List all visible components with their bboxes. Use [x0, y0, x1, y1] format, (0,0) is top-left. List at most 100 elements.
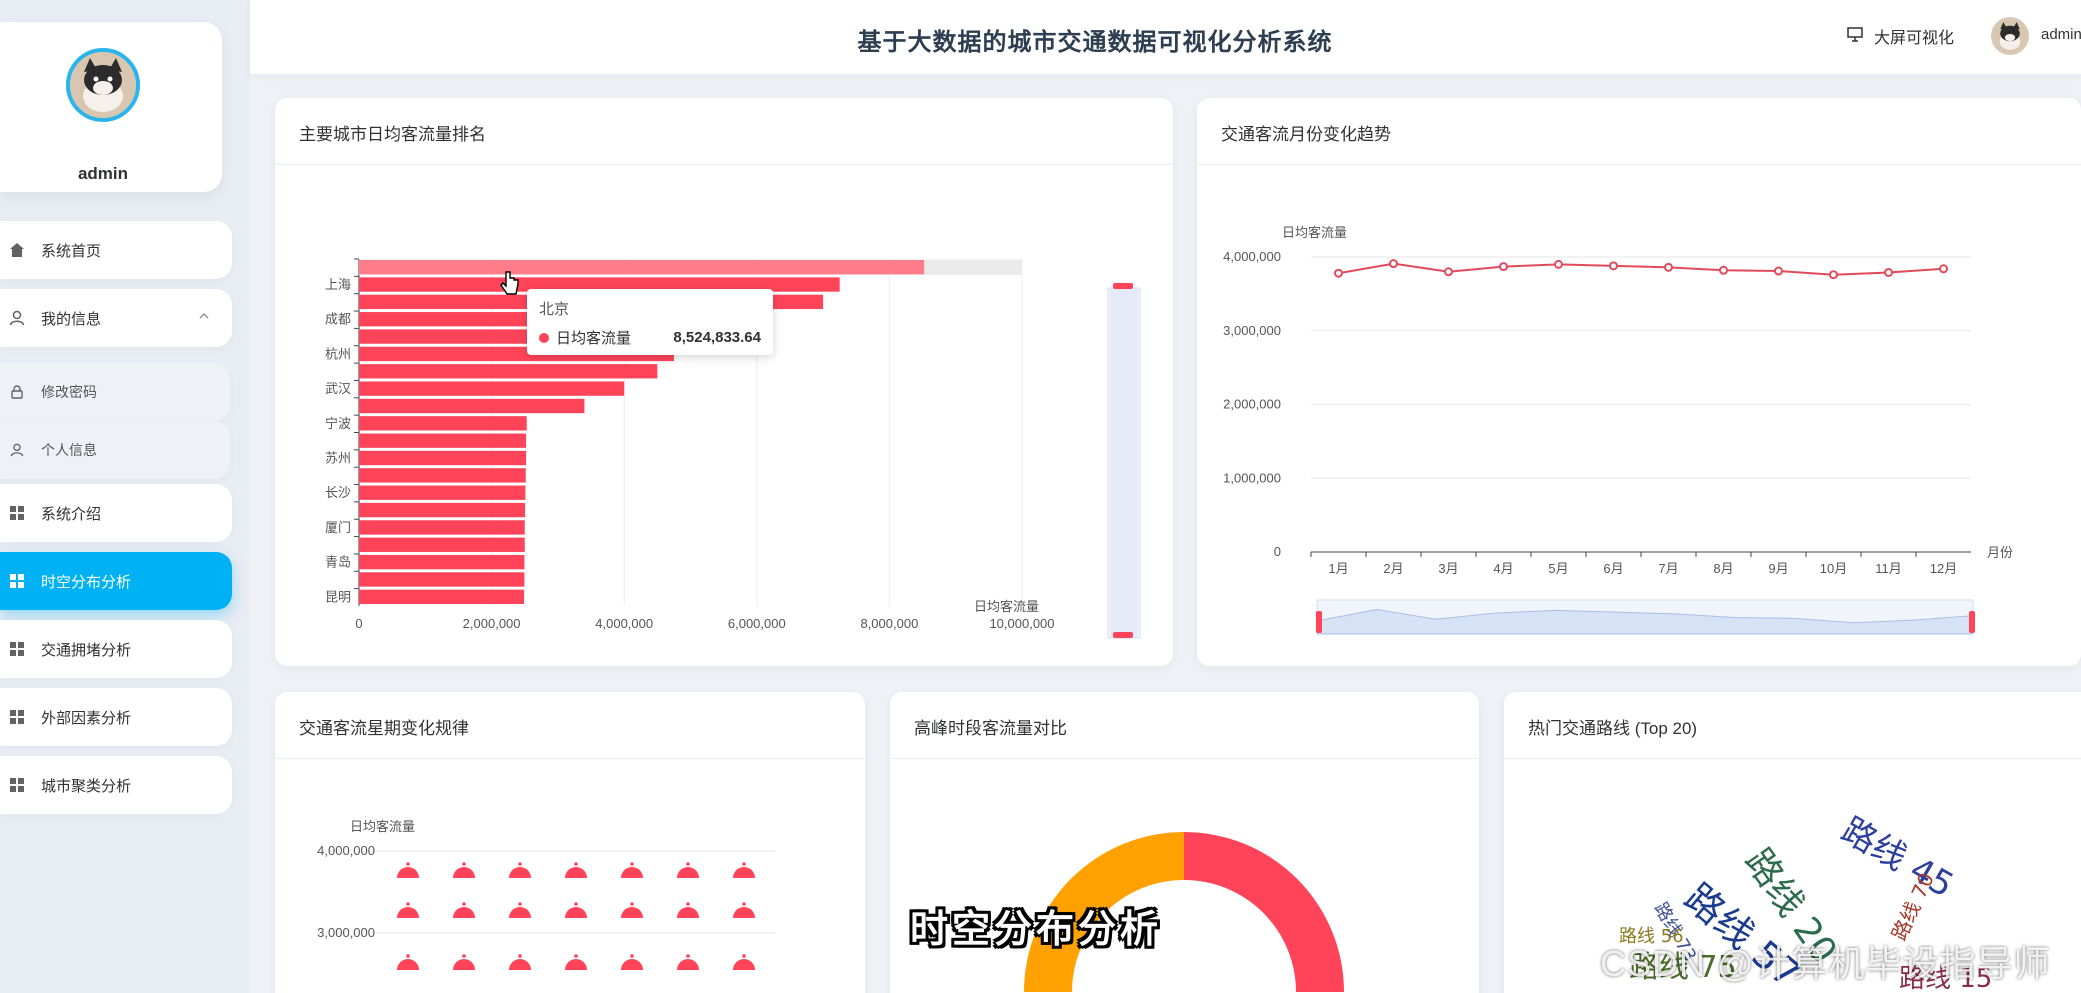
bar-symbol	[509, 867, 531, 878]
y-tick-label: 成都	[325, 312, 351, 327]
zoom-handle	[1113, 632, 1133, 638]
bar-symbol-dot	[742, 954, 746, 958]
page-title: 基于大数据的城市交通数据可视化分析系统	[857, 29, 1333, 56]
bar-symbol	[677, 867, 699, 878]
user-icon	[7, 440, 27, 460]
weekly-chart: 日均客流量 4,000,000 3,000,000	[317, 819, 775, 970]
top-header: 基于大数据的城市交通数据可视化分析系统 大屏可视化 admin	[250, 0, 2081, 74]
y-axis-title: 日均客流量	[1282, 225, 1347, 240]
data-point	[1829, 270, 1838, 280]
sidebar-item-label: 时空分布分析	[41, 573, 132, 591]
profile-username: admin	[77, 164, 129, 183]
sidebar-item-congestion[interactable]: 交通拥堵分析	[0, 620, 232, 678]
zoom-slider-selection	[1110, 288, 1138, 638]
data-point	[1554, 259, 1563, 269]
x-tick-label: 1月	[1328, 561, 1348, 576]
sidebar-item-external-factors[interactable]: 外部因素分析	[0, 688, 232, 746]
header-avatar[interactable]	[1991, 17, 2029, 55]
city-rank-chart: 0 2,000,000 4,000,000 6,000,000 8,000,000 10,…	[325, 258, 1141, 639]
bar-symbol-dot	[518, 902, 522, 906]
avatar[interactable]	[66, 48, 140, 122]
bar-symbol	[453, 959, 475, 970]
bar-symbol	[733, 907, 755, 918]
bar-symbol	[733, 867, 755, 878]
bar-symbol-dot	[406, 902, 410, 906]
word-label: 路线 70	[1887, 869, 1939, 944]
sidebar-item-label: 系统介绍	[41, 505, 102, 523]
bar	[359, 433, 527, 448]
x-tick-label: 10月	[1820, 561, 1847, 576]
sidebar-item-home[interactable]: 系统首页	[0, 221, 232, 279]
sidebar-item-system-intro[interactable]: 系统介绍	[0, 484, 232, 542]
cursor-hand-icon	[500, 270, 520, 303]
sidebar-item-label: 修改密码	[41, 384, 97, 400]
y-tick-label: 上海	[325, 277, 351, 292]
tooltip-series-dot	[539, 332, 549, 343]
data-point	[1664, 262, 1673, 272]
bar-symbol-dot	[406, 862, 410, 866]
x-tick-label: 3月	[1438, 561, 1458, 576]
bar-symbol	[453, 867, 475, 878]
y-tick-label: 杭州	[325, 346, 351, 361]
home-icon	[7, 240, 27, 260]
bigscreen-label: 大屏可视化	[1874, 30, 1955, 47]
grid-icon	[7, 571, 27, 591]
sidebar: admin 系统首页 我的信息 修改密码 个人信息 系统介绍 时空分布分析 交通…	[0, 0, 250, 993]
x-tick-label: 4月	[1493, 561, 1513, 576]
bar-symbol	[397, 867, 419, 878]
bar-symbol	[621, 959, 643, 970]
bar-symbol	[565, 959, 587, 970]
x-tick-label: 2,000,000	[463, 616, 521, 631]
y-tick-label: 2,000,000	[1223, 397, 1281, 412]
bigscreen-link[interactable]: 大屏可视化	[1846, 24, 1954, 48]
x-tick-label: 0	[355, 616, 362, 631]
data-point	[1774, 266, 1783, 276]
bar-symbol-dot	[742, 862, 746, 866]
bar-symbol-dot	[630, 862, 634, 866]
user-icon	[7, 308, 27, 328]
bar-symbol-dot	[630, 902, 634, 906]
data-point	[1609, 261, 1618, 271]
bar-symbol-dot	[462, 862, 466, 866]
bar	[359, 572, 525, 587]
profile-card: admin	[0, 22, 222, 192]
data-point	[1389, 259, 1398, 269]
x-axis-title: 日均客流量	[974, 599, 1039, 614]
bar-symbol-dot	[742, 902, 746, 906]
sidebar-item-change-password[interactable]: 修改密码	[0, 363, 230, 421]
chevron-up-icon[interactable]	[198, 309, 210, 326]
x-tick-label: 9月	[1768, 561, 1788, 576]
chart-tooltip: 北京 日均客流量 8,524,833.64	[527, 289, 773, 355]
bar-symbol	[397, 907, 419, 918]
bar-symbol-dot	[686, 862, 690, 866]
bar-symbol	[453, 907, 475, 918]
lock-icon	[7, 382, 27, 402]
bar	[359, 416, 527, 431]
header-username[interactable]: admin	[2041, 26, 2081, 43]
sidebar-item-city-clustering[interactable]: 城市聚类分析	[0, 756, 232, 814]
y-tick-label: 1,000,000	[1223, 470, 1281, 485]
sidebar-item-label: 我的信息	[41, 310, 102, 328]
bar-symbol	[677, 907, 699, 918]
grid-icon	[7, 503, 27, 523]
zoom-handle	[1113, 283, 1133, 289]
bar-symbol	[677, 959, 699, 970]
sidebar-item-spatiotemporal[interactable]: 时空分布分析	[0, 552, 232, 610]
bar	[359, 502, 526, 518]
x-tick-label: 6,000,000	[728, 616, 786, 631]
x-tick-label: 5月	[1548, 561, 1568, 576]
pie-slice	[1184, 832, 1344, 992]
bar	[359, 485, 526, 500]
city-rank-card: 主要城市日均客流量排名 0 2,000,000 4,000,000 6,000,000…	[275, 98, 1173, 666]
monitor-icon	[1846, 25, 1864, 48]
y-tick-label: 长沙	[325, 485, 351, 500]
x-tick-label: 8,000,000	[860, 616, 918, 631]
monthly-trend-card: 交通客流月份变化趋势 日均客流量 0 1,000,000 2,000,000 3,000…	[1197, 98, 2081, 666]
y-tick-label: 武汉	[325, 381, 351, 396]
overlay-caption: 时空分布分析	[910, 906, 1163, 951]
x-tick-label: 2月	[1383, 561, 1403, 576]
zoom-handle	[1969, 611, 1975, 633]
y-tick-label: 昆明	[325, 589, 351, 604]
sidebar-item-personal-info[interactable]: 个人信息	[0, 421, 230, 479]
sidebar-item-my-info[interactable]: 我的信息	[0, 289, 232, 347]
